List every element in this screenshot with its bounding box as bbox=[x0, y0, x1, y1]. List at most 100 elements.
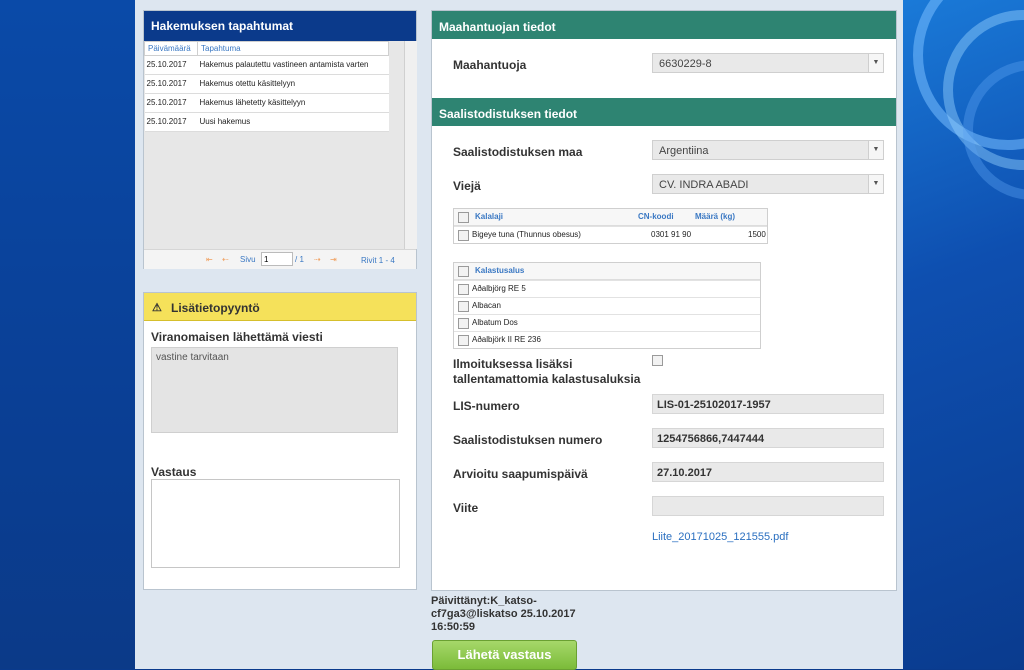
column-header-event[interactable]: Tapahtuma bbox=[197, 41, 389, 56]
arrival-value: 27.10.2017 bbox=[657, 467, 713, 479]
arrival-label: Arvioitu saapumispäivä bbox=[453, 467, 588, 481]
unregistered-vessels-label-1: Ilmoituksessa lisäksi bbox=[453, 357, 573, 371]
background-left bbox=[0, 0, 135, 669]
next-page-icon[interactable]: ⇢ bbox=[314, 255, 321, 264]
catch-cert-section-title: Saalistodistuksen tiedot bbox=[439, 107, 578, 121]
column-header-amount[interactable]: Määrä (kg) bbox=[695, 209, 735, 225]
vessel-table: Kalastusalus Aðalbjörg RE 5 Albacan Alba… bbox=[453, 262, 761, 349]
country-label: Saalistodistuksen maa bbox=[453, 145, 583, 159]
prev-page-icon[interactable]: ⇠ bbox=[222, 255, 229, 264]
lis-label: LIS-numero bbox=[453, 399, 520, 413]
chevron-down-icon[interactable]: ▼ bbox=[868, 175, 883, 193]
page-label: Sivu bbox=[240, 255, 256, 264]
chevron-down-icon[interactable]: ▼ bbox=[868, 141, 883, 159]
event-text: Uusi hakemus bbox=[197, 112, 389, 132]
details-panel: Maahantuojan tiedot Maahantuoja 6630229-… bbox=[431, 10, 897, 591]
page-input[interactable] bbox=[261, 252, 293, 266]
vessel-select-all-checkbox[interactable] bbox=[458, 266, 469, 277]
cert-number-field: 1254756866,7447444 bbox=[652, 428, 884, 448]
row-checkbox[interactable] bbox=[458, 318, 469, 329]
table-row[interactable]: Aðalbjörk II RE 236 bbox=[454, 331, 760, 349]
exporter-select[interactable]: CV. INDRA ABADI ▼ bbox=[652, 174, 884, 194]
warning-icon: ⚠ bbox=[152, 302, 162, 314]
unregistered-vessels-label-2: tallentamattomia kalastusaluksia bbox=[453, 372, 641, 386]
answer-label: Vastaus bbox=[151, 465, 197, 479]
table-row[interactable]: Bigeye tuna (Thunnus obesus) 0301 91 90 … bbox=[454, 226, 767, 244]
country-select[interactable]: Argentiina ▼ bbox=[652, 140, 884, 160]
fish-amount: 1500 bbox=[748, 230, 766, 239]
events-grid: Päivämäärä Tapahtuma 25.10.2017 Hakemus … bbox=[144, 41, 404, 249]
events-title: Hakemuksen tapahtumat bbox=[144, 11, 416, 41]
column-header-cn[interactable]: CN-koodi bbox=[638, 209, 674, 225]
fish-table: Kalalaji CN-koodi Määrä (kg) Bigeye tuna… bbox=[453, 208, 768, 244]
background-right bbox=[903, 0, 1024, 669]
column-header-date[interactable]: Päivämäärä bbox=[144, 41, 198, 56]
event-text: Hakemus palautettu vastineen antamista v… bbox=[197, 55, 389, 75]
country-value: Argentiina bbox=[659, 145, 709, 157]
event-text: Hakemus otettu käsittelyyn bbox=[197, 74, 389, 94]
page-total: / 1 bbox=[295, 255, 304, 264]
column-header-species[interactable]: Kalalaji bbox=[475, 209, 503, 225]
row-checkbox[interactable] bbox=[458, 230, 469, 241]
cert-number-value: 1254756866,7447444 bbox=[657, 433, 765, 445]
vessel-name: Albacan bbox=[472, 301, 501, 310]
attachment-link[interactable]: Liite_20171025_121555.pdf bbox=[652, 531, 788, 543]
catch-cert-section-header: Saalistodistuksen tiedot bbox=[432, 98, 896, 126]
first-page-icon[interactable]: ⇤ bbox=[206, 255, 213, 264]
events-table: Päivämäärä Tapahtuma 25.10.2017 Hakemus … bbox=[144, 41, 389, 132]
reference-field bbox=[652, 496, 884, 516]
table-row[interactable]: Aðalbjörg RE 5 bbox=[454, 280, 760, 298]
send-answer-button[interactable]: Lähetä vastaus bbox=[432, 640, 577, 670]
importer-section-header: Maahantuojan tiedot bbox=[432, 11, 896, 39]
importer-select[interactable]: 6630229-8 ▼ bbox=[652, 53, 884, 73]
event-text: Hakemus lähetetty käsittelyyn bbox=[197, 93, 389, 113]
vessel-name: Aðalbjörk II RE 236 bbox=[472, 335, 541, 344]
arrival-field: 27.10.2017 bbox=[652, 462, 884, 482]
event-date: 25.10.2017 bbox=[144, 55, 198, 75]
column-header-vessel[interactable]: Kalastusalus bbox=[475, 263, 524, 279]
event-date: 25.10.2017 bbox=[144, 112, 198, 132]
row-checkbox[interactable] bbox=[458, 335, 469, 346]
fish-cn-code: 0301 91 90 bbox=[651, 230, 692, 239]
authority-message: vastine tarvitaan bbox=[151, 347, 398, 433]
table-row[interactable]: 25.10.2017 Hakemus palautettu vastineen … bbox=[144, 55, 389, 75]
vessel-name: Albatum Dos bbox=[472, 318, 518, 327]
events-panel: Hakemuksen tapahtumat Päivämäärä Tapahtu… bbox=[143, 10, 417, 269]
fish-select-all-checkbox[interactable] bbox=[458, 212, 469, 223]
last-page-icon[interactable]: ⇥ bbox=[330, 255, 337, 264]
row-checkbox[interactable] bbox=[458, 301, 469, 312]
events-scrollbar[interactable] bbox=[404, 41, 417, 249]
event-date: 25.10.2017 bbox=[144, 74, 198, 94]
exporter-value: CV. INDRA ABADI bbox=[659, 179, 749, 191]
importer-label: Maahantuoja bbox=[453, 58, 527, 72]
events-pager: ⇤ ⇠ Sivu / 1 ⇢ ⇥ Rivit 1 - 4 bbox=[144, 249, 416, 269]
row-checkbox[interactable] bbox=[458, 284, 469, 295]
rows-info: Rivit 1 - 4 bbox=[361, 256, 395, 265]
table-row[interactable]: Albatum Dos bbox=[454, 314, 760, 332]
importer-section-title: Maahantuojan tiedot bbox=[439, 20, 556, 34]
importer-value: 6630229-8 bbox=[659, 58, 712, 70]
exporter-label: Viejä bbox=[453, 179, 481, 193]
unregistered-vessels-checkbox[interactable] bbox=[652, 355, 663, 366]
chevron-down-icon[interactable]: ▼ bbox=[868, 54, 883, 72]
fish-species: Bigeye tuna (Thunnus obesus) bbox=[472, 230, 581, 239]
info-request-header: ⚠ Lisätietopyyntö bbox=[144, 293, 416, 321]
lis-field: LIS-01-25102017-1957 bbox=[652, 394, 884, 414]
updated-info: Päivittänyt:K_katso- cf7ga3@liskatso 25.… bbox=[431, 595, 576, 634]
table-row[interactable]: 25.10.2017 Hakemus otettu käsittelyyn bbox=[144, 74, 389, 94]
info-request-panel: ⚠ Lisätietopyyntö Viranomaisen lähettämä… bbox=[143, 292, 417, 590]
table-row[interactable]: Albacan bbox=[454, 297, 760, 315]
answer-textarea[interactable] bbox=[151, 479, 400, 568]
message-label: Viranomaisen lähettämä viesti bbox=[151, 330, 323, 344]
info-request-title: Lisätietopyyntö bbox=[171, 301, 260, 315]
table-row[interactable]: 25.10.2017 Hakemus lähetetty käsittelyyn bbox=[144, 93, 389, 113]
event-date: 25.10.2017 bbox=[144, 93, 198, 113]
cert-number-label: Saalistodistuksen numero bbox=[453, 433, 603, 447]
updated-line: Päivittänyt:K_katso- bbox=[431, 595, 537, 607]
lis-value: LIS-01-25102017-1957 bbox=[657, 399, 771, 411]
table-row[interactable]: 25.10.2017 Uusi hakemus bbox=[144, 112, 389, 132]
vessel-name: Aðalbjörg RE 5 bbox=[472, 284, 526, 293]
reference-label: Viite bbox=[453, 501, 479, 515]
updated-line: 16:50:59 bbox=[431, 621, 476, 633]
updated-line: cf7ga3@liskatso 25.10.2017 bbox=[431, 608, 576, 620]
